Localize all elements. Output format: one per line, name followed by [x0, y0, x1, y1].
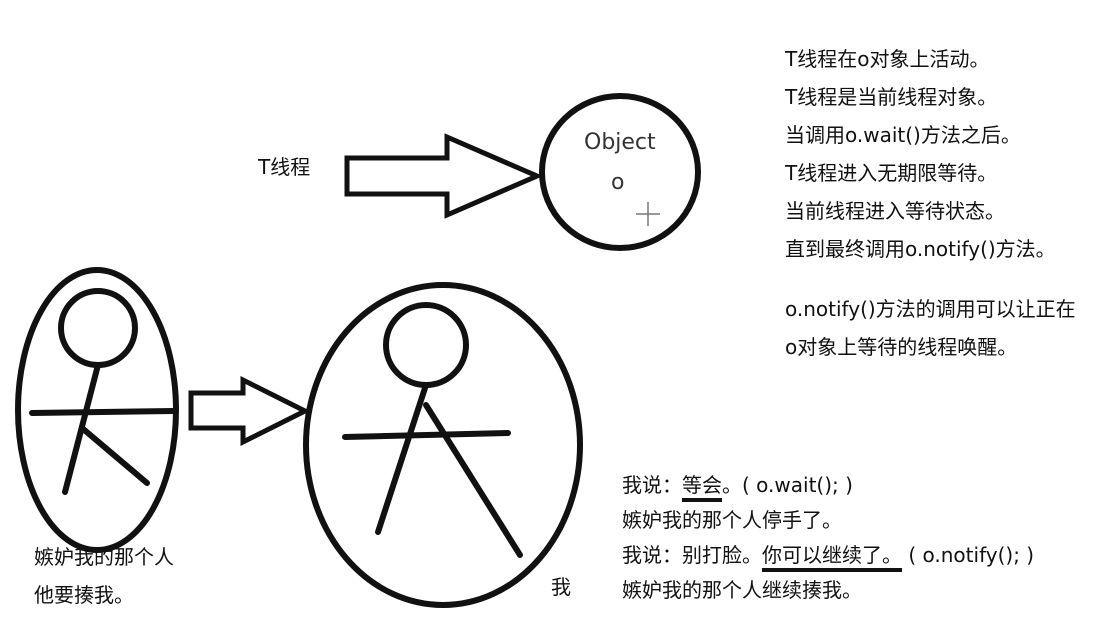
note-line: o对象上等待的线程唤醒。 [785, 335, 1018, 359]
cursor-crosshair-icon [636, 202, 660, 226]
right-stick-figure [342, 302, 523, 558]
note-line: o.notify()方法的调用可以让正在 [785, 297, 1076, 321]
dialog-line-4: 嫉妒我的那个人继续揍我。 [622, 578, 862, 602]
dialog-line-2: 嫉妒我的那个人停手了。 [622, 508, 842, 532]
underlined-wait: 等会 [682, 473, 722, 502]
object-var-label: o [611, 170, 625, 195]
note-line: T线程进入无期限等待。 [785, 161, 998, 185]
dialog-line-1: 我说：等会。( o.wait(); ) [622, 468, 1034, 503]
left-person-caption: 嫉妒我的那个人 [34, 545, 174, 569]
underlined-continue: 你可以继续了。 [762, 543, 902, 572]
thread-arrow [344, 133, 544, 219]
right-person-outline [303, 282, 583, 608]
dialog-block: 我说：等会。( o.wait(); ) 嫉妒我的那个人停手了。 我说：别打脸。你… [622, 468, 1034, 608]
dialog-speaker: 我说： [622, 473, 682, 497]
left-person-caption-2: 他要揍我。 [34, 583, 134, 607]
object-label: Object [584, 130, 656, 155]
push-arrow [188, 375, 311, 447]
note-line: 当前线程进入等待状态。 [785, 199, 1005, 223]
note-line: T线程是当前线程对象。 [785, 85, 998, 109]
dialog-line-3: 我说：别打脸。你可以继续了。 ( o.notify(); ) [622, 538, 1034, 573]
left-stick-figure [29, 288, 177, 495]
note-line: 当调用o.wait()方法之后。 [785, 123, 1021, 147]
explanation-notes: T线程在o对象上活动。 T线程是当前线程对象。 当调用o.wait()方法之后。… [785, 40, 1076, 366]
note-gap [785, 268, 1076, 290]
note-line: 直到最终调用o.notify()方法。 [785, 237, 1056, 261]
note-line: T线程在o对象上活动。 [785, 47, 990, 71]
thread-label: T线程 [258, 155, 311, 179]
dialog-speaker: 我说：别打脸。 [622, 543, 762, 567]
notify-code: ( o.notify(); ) [902, 543, 1035, 567]
right-person-caption: 我 [551, 575, 571, 599]
wait-code: 。( o.wait(); ) [722, 473, 853, 497]
